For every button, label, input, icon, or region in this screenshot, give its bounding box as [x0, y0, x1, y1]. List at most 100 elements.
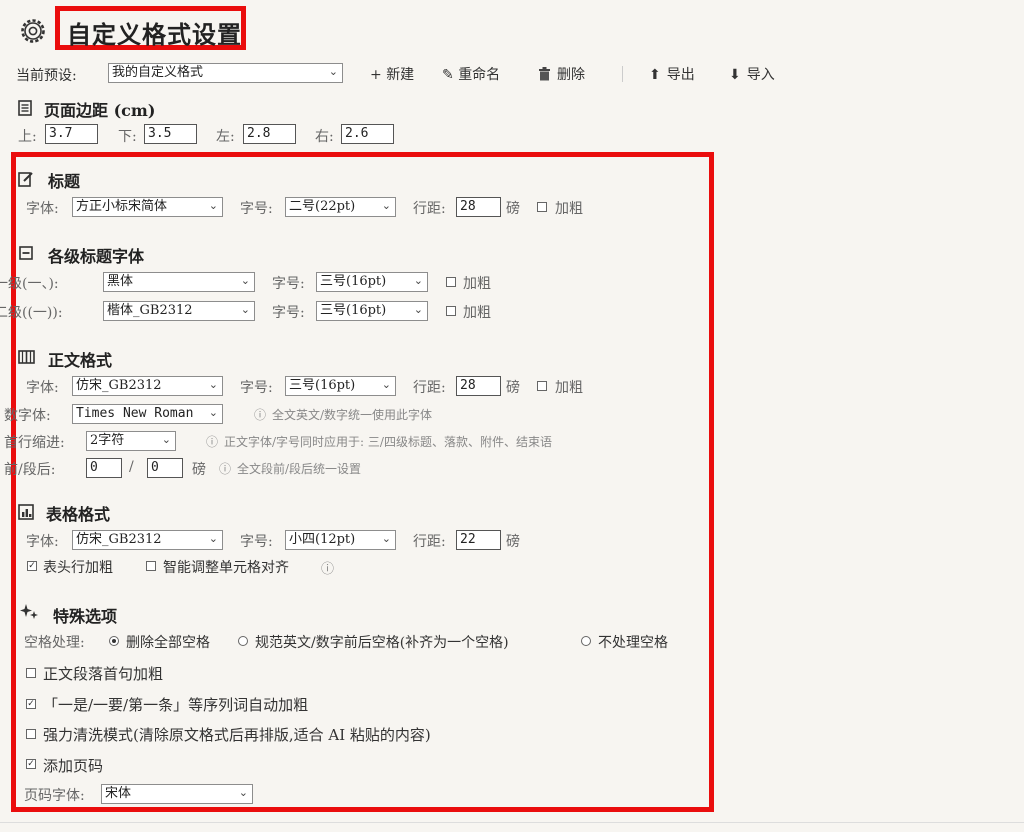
preset-label: 当前预设:	[16, 68, 77, 84]
gear-icon	[19, 17, 47, 49]
body-spacing-input[interactable]: 28	[456, 376, 501, 396]
chevron-down-icon: ⌄	[240, 274, 250, 287]
level1-size-select[interactable]: 三号(16pt) ⌄	[316, 272, 428, 292]
para-after-input[interactable]: 0	[147, 458, 183, 478]
para-spacing-label: 前/段后:	[4, 462, 56, 478]
num-font-hint-text: 全文英文/数字统一使用此字体	[272, 408, 433, 422]
chevron-down-icon: ⌄	[208, 532, 218, 545]
margin-bottom-label: 下:	[118, 129, 137, 145]
table-font-select[interactable]: 仿宋_GB2312 ⌄	[72, 530, 223, 550]
title-spacing-unit: 磅	[506, 201, 520, 217]
space-option-normalize-label: 规范英文/数字前后空格(补齐为一个空格)	[255, 635, 509, 651]
title-size-select[interactable]: 二号(22pt) ⌄	[285, 197, 396, 217]
level1-bold-label: 加粗	[463, 276, 491, 292]
body-format-section-title: 正文格式	[48, 351, 113, 370]
sparkle-icon	[19, 603, 39, 625]
smart-align-checkbox[interactable]	[146, 561, 156, 571]
num-font-label: 数字体:	[4, 408, 51, 424]
level2-size-label: 字号:	[272, 305, 305, 321]
title-bold-checkbox[interactable]	[537, 202, 547, 212]
first-sentence-bold-label: 正文段落首句加粗	[43, 665, 164, 683]
import-button[interactable]: ⬇ 导入	[729, 64, 775, 84]
space-option-delete-radio[interactable]	[109, 636, 119, 646]
page-font-select[interactable]: 宋体 ⌄	[101, 784, 253, 804]
body-size-select[interactable]: 三号(16pt) ⌄	[285, 376, 396, 396]
book-icon	[18, 350, 35, 368]
margin-bottom-input[interactable]: 3.5	[144, 124, 197, 144]
title-font-select[interactable]: 方正小标宋简体 ⌄	[72, 197, 223, 217]
space-option-normalize-radio[interactable]	[238, 636, 248, 646]
plus-icon: +	[370, 67, 387, 83]
title-font-value: 方正小标宋简体	[76, 199, 168, 214]
body-font-select[interactable]: 仿宋_GB2312 ⌄	[72, 376, 223, 396]
margin-left-input[interactable]: 2.8	[243, 124, 296, 144]
trash-icon	[539, 67, 550, 81]
margin-right-input[interactable]: 2.6	[341, 124, 394, 144]
delete-preset-button[interactable]: 删除	[538, 64, 585, 84]
smart-align-label: 智能调整单元格对齐	[163, 560, 289, 576]
chevron-down-icon: ⌄	[208, 406, 218, 419]
para-separator: /	[129, 459, 134, 475]
title-bold-label: 加粗	[555, 201, 583, 217]
body-bold-checkbox[interactable]	[537, 381, 547, 391]
title-spacing-input[interactable]: 28	[456, 197, 501, 217]
new-preset-label: 新建	[386, 67, 415, 83]
collapse-icon	[19, 246, 33, 264]
title-spacing-label: 行距:	[413, 201, 446, 217]
margins-section-title: 页面边距 (cm)	[44, 101, 156, 120]
margin-top-input[interactable]: 3.7	[45, 124, 98, 144]
ordinal-bold-checkbox[interactable]: ✓	[26, 699, 36, 709]
level1-bold-checkbox[interactable]	[446, 277, 456, 287]
new-preset-button[interactable]: + 新建	[370, 64, 414, 84]
arrow-down-icon: ⬇	[729, 67, 741, 83]
num-font-hint: ⓘ 全文英文/数字统一使用此字体	[254, 406, 432, 423]
chevron-down-icon: ⌄	[381, 199, 391, 212]
level2-size-select[interactable]: 三号(16pt) ⌄	[316, 301, 428, 321]
body-font-label: 字体:	[26, 380, 59, 396]
level2-bold-checkbox[interactable]	[446, 306, 456, 316]
header-bold-label: 表头行加粗	[43, 560, 113, 576]
level2-font-select[interactable]: 楷体_GB2312 ⌄	[103, 301, 255, 321]
space-option-none-radio[interactable]	[581, 636, 591, 646]
table-size-select[interactable]: 小四(12pt) ⌄	[285, 530, 396, 550]
indent-select[interactable]: 2字符 ⌄	[86, 431, 176, 451]
info-icon[interactable]: ⓘ	[321, 558, 334, 577]
info-icon: ⓘ	[254, 408, 267, 422]
body-label-clip: 数字体: 首行缩进: 前/段后:	[0, 400, 72, 480]
page-number-label: 添加页码	[43, 757, 104, 775]
preset-select[interactable]: 我的自定义格式 ⌄	[108, 63, 343, 83]
heading-label-clip: 一级(一、): 二级((一)):	[0, 268, 100, 324]
table-spacing-input[interactable]: 22	[456, 530, 501, 550]
first-sentence-bold-checkbox[interactable]	[26, 668, 36, 678]
page-number-checkbox[interactable]: ✓	[26, 759, 36, 769]
table-chart-icon	[18, 504, 34, 524]
table-font-label: 字体:	[26, 534, 59, 550]
margin-left-label: 左:	[216, 129, 235, 145]
table-spacing-label: 行距:	[413, 534, 446, 550]
force-clean-checkbox[interactable]	[26, 729, 36, 739]
chevron-down-icon: ⌄	[381, 532, 391, 545]
num-font-value: Times New Roman	[76, 406, 194, 421]
export-button[interactable]: ⬆ 导出	[649, 64, 695, 84]
info-icon: ⓘ	[219, 462, 232, 476]
indent-hint-text: 正文字体/字号同时应用于: 三/四级标题、落款、附件、结束语	[224, 435, 552, 449]
title-size-value: 二号(22pt)	[289, 199, 356, 214]
table-spacing-unit: 磅	[506, 534, 520, 550]
header-bold-checkbox[interactable]: ✓	[27, 561, 37, 571]
indent-label: 首行缩进:	[4, 435, 65, 451]
body-spacing-label: 行距:	[413, 380, 446, 396]
level1-size-value: 三号(16pt)	[320, 274, 387, 289]
chevron-down-icon: ⌄	[208, 199, 218, 212]
indent-hint: ⓘ 正文字体/字号同时应用于: 三/四级标题、落款、附件、结束语	[206, 433, 552, 450]
heading-fonts-section-title: 各级标题字体	[48, 247, 145, 266]
page-font-value: 宋体	[105, 786, 132, 801]
level1-font-value: 黑体	[107, 274, 134, 289]
preset-select-value: 我的自定义格式	[112, 65, 204, 80]
level2-bold-label: 加粗	[463, 305, 491, 321]
chevron-down-icon: ⌄	[208, 378, 218, 391]
num-font-select[interactable]: Times New Roman ⌄	[72, 404, 223, 424]
level1-font-select[interactable]: 黑体 ⌄	[103, 272, 255, 292]
para-before-input[interactable]: 0	[86, 458, 122, 478]
rename-preset-button[interactable]: ✎ 重命名	[442, 64, 500, 84]
chevron-down-icon: ⌄	[413, 274, 423, 287]
